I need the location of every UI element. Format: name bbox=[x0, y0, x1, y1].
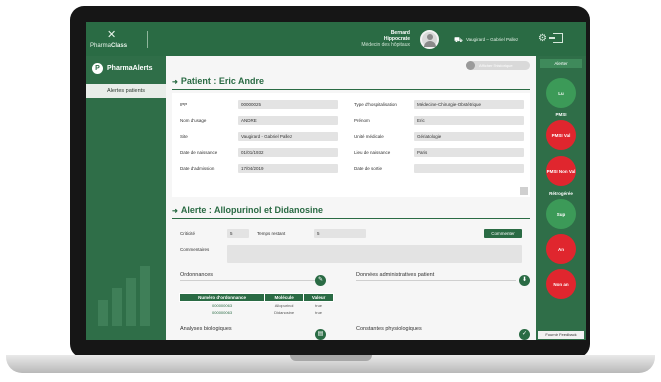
site-label: Site bbox=[180, 134, 188, 139]
criticite-label: Criticité bbox=[180, 231, 196, 236]
subsection-divider bbox=[356, 280, 516, 281]
nom-field: ANDRE bbox=[238, 116, 338, 125]
sortie-label: Date de sortie bbox=[354, 166, 383, 171]
column-header: Molécule bbox=[264, 293, 305, 302]
retrogeree-label: Rétrogérée bbox=[549, 191, 573, 196]
table-cell: Allopurinol bbox=[274, 302, 294, 308]
logo-mark-icon: ✕ bbox=[107, 29, 117, 41]
lu-button[interactable]: Lu bbox=[546, 78, 576, 108]
edit-icon[interactable]: ✎ bbox=[315, 275, 326, 286]
brand-icon: P bbox=[92, 63, 103, 74]
section-divider bbox=[172, 218, 530, 219]
temps-field: 5 bbox=[314, 229, 366, 238]
comment-button[interactable]: Commenter bbox=[484, 229, 522, 238]
chart-icon[interactable]: ▤ bbox=[315, 329, 326, 340]
unite-field: Gériatologie bbox=[414, 132, 524, 141]
column-header: Numéro d'ordonnance bbox=[178, 293, 266, 302]
table-row: 000000063 Didanosine true bbox=[180, 309, 334, 316]
constantes-title: Constantes physiologiques bbox=[356, 326, 422, 332]
ipp-field: 00000025 bbox=[238, 100, 338, 109]
column-header: Valeur bbox=[303, 293, 334, 302]
user-role: Médecin des hôpitaux bbox=[361, 42, 410, 48]
divider bbox=[147, 31, 148, 48]
top-bar: ✕ PharmaClass Bernard Hippocrate Médecin… bbox=[86, 22, 586, 56]
ordonnances-title: Ordonnances bbox=[180, 272, 214, 278]
logo-text-a: Pharma bbox=[90, 43, 112, 49]
criticite-field: 5 bbox=[227, 229, 249, 238]
table-header-row: Numéro d'ordonnance Molécule Valeur bbox=[178, 293, 334, 302]
user-info: Bernard Hippocrate Médecin des hôpitaux bbox=[354, 30, 410, 48]
patient-card: IPP 00000025 Nom d'usage ANDRE Site Vaug… bbox=[172, 93, 530, 197]
left-sidebar: P PharmaAlerts Alertes patients bbox=[86, 56, 166, 340]
naissance-label: Date de naissance bbox=[180, 150, 218, 155]
laptop-notch bbox=[290, 355, 372, 361]
history-toggle[interactable]: Afficher l'historique bbox=[466, 61, 530, 70]
app-screen: ✕ PharmaClass Bernard Hippocrate Médecin… bbox=[86, 22, 586, 340]
site-field: Vaugirard - Gabriel Pallez bbox=[238, 132, 338, 141]
an-button[interactable]: An bbox=[546, 234, 576, 264]
tab-alerter[interactable]: Alerter bbox=[540, 59, 582, 68]
unite-label: Unité médicale bbox=[354, 134, 384, 139]
admission-label: Date d'admission bbox=[180, 166, 215, 171]
section-divider bbox=[172, 89, 530, 90]
type-field: Médecine-Chirurgie-Obstétrique bbox=[414, 100, 524, 109]
table-cell: true bbox=[315, 309, 323, 315]
sidebar-item-alertes[interactable]: Alertes patients bbox=[86, 84, 166, 98]
patient-section-title: ➜ Patient : Eric Andre bbox=[172, 76, 264, 86]
pmsi-non-val-button[interactable]: PMSI Non Val bbox=[546, 156, 576, 186]
lieu-field: Paris bbox=[414, 148, 524, 157]
commentaires-label: Commentaires bbox=[180, 247, 210, 252]
gear-icon[interactable]: ⚙ bbox=[538, 33, 547, 44]
module-brand: P PharmaAlerts bbox=[86, 56, 166, 82]
table-cell: true bbox=[315, 302, 323, 308]
pharmacy-icon: ⛟ bbox=[454, 37, 463, 44]
arrow-icon: ➜ bbox=[172, 208, 178, 215]
history-toggle-label: Afficher l'historique bbox=[479, 63, 513, 68]
pmsi-label: PMSI bbox=[555, 112, 567, 117]
download-icon[interactable]: ⬇ bbox=[519, 275, 530, 286]
subsection-divider bbox=[180, 280, 320, 281]
logo-text-b: Class bbox=[111, 43, 128, 49]
commentaires-textarea[interactable] bbox=[227, 245, 522, 263]
non-an-button[interactable]: Non an bbox=[546, 269, 576, 299]
type-label: Type d'hospitalisation bbox=[354, 102, 397, 107]
naissance-field: 01/01/1932 bbox=[238, 148, 338, 157]
ordonnances-table: Numéro d'ordonnance Molécule Valeur 0000… bbox=[178, 293, 334, 316]
resize-handle-icon[interactable] bbox=[520, 187, 528, 195]
prenom-label: Prénom bbox=[354, 118, 370, 123]
alert-title-text: Alerte : Allopurinol et Didanosine bbox=[180, 205, 324, 215]
table-row: 000000063 Allopurinol true bbox=[180, 302, 334, 309]
main-content: Afficher l'historique ➜ Patient : Eric An… bbox=[166, 56, 536, 340]
action-rail: Alerter Lu PMSI PMSI Val PMSI Non Val Ré… bbox=[536, 56, 586, 340]
analyses-title: Analyses biologiques bbox=[180, 326, 232, 332]
lieu-label: Lieu de naissance bbox=[354, 150, 391, 155]
sortie-field bbox=[414, 164, 524, 173]
feedback-button[interactable]: Fournir Feedback bbox=[538, 331, 584, 339]
pharmaclass-logo[interactable]: ✕ PharmaClass bbox=[90, 30, 140, 52]
avatar[interactable] bbox=[420, 30, 439, 49]
check-icon[interactable]: ✓ bbox=[519, 329, 530, 340]
decorative-chart bbox=[98, 266, 158, 326]
patient-title-text: Patient : Eric Andre bbox=[180, 76, 265, 86]
ordonnance-link[interactable]: 000000063 bbox=[180, 309, 265, 316]
pmsi-val-button[interactable]: PMSI Val bbox=[546, 120, 576, 150]
module-name: PharmaAlerts bbox=[107, 65, 153, 72]
temps-label: Temps restant bbox=[257, 231, 286, 236]
service-name[interactable]: Vaugirard – Gabriel Pallez bbox=[466, 37, 518, 42]
nom-label: Nom d'usage bbox=[180, 118, 207, 123]
ipp-label: IPP bbox=[180, 102, 188, 107]
donnees-title: Données administratives patient bbox=[356, 272, 435, 278]
alert-section-title: ➜ Alerte : Allopurinol et Didanosine bbox=[172, 205, 323, 215]
arrow-icon: ➜ bbox=[172, 79, 178, 86]
ordonnance-link[interactable]: 000000063 bbox=[180, 302, 265, 309]
admission-field: 17/04/2019 bbox=[238, 164, 338, 173]
sup-button[interactable]: Sup bbox=[546, 199, 576, 229]
prenom-field: Eric bbox=[414, 116, 524, 125]
table-cell: Didanosine bbox=[274, 309, 295, 315]
logout-icon[interactable] bbox=[549, 33, 563, 43]
